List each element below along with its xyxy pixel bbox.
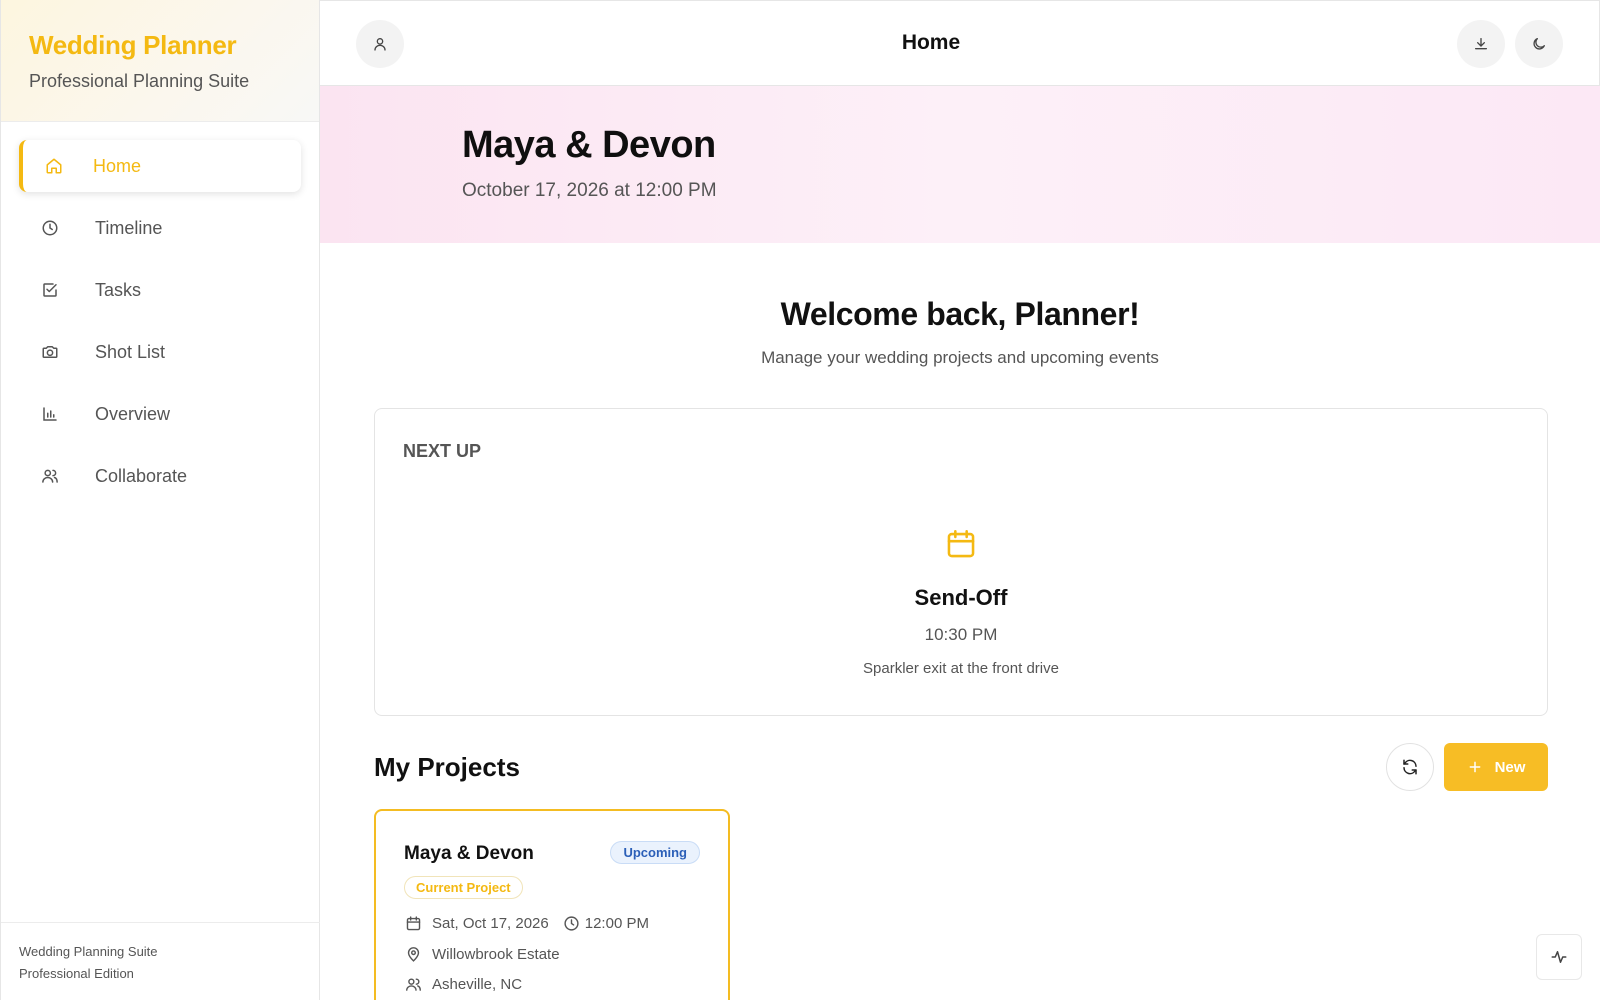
sidebar-item-collaborate[interactable]: Collaborate: [19, 450, 301, 502]
couple-hero-banner: Maya & Devon October 17, 2026 at 12:00 P…: [320, 86, 1600, 243]
sidebar-item-label: Timeline: [95, 217, 163, 238]
theme-toggle-button[interactable]: [1515, 20, 1563, 68]
footer-line-2: Professional Edition: [19, 966, 134, 981]
next-up-description: Sparkler exit at the front drive: [863, 660, 1059, 677]
project-name: Maya & Devon: [404, 843, 534, 864]
brand-subtitle: Professional Planning Suite: [29, 71, 250, 91]
users-icon: [404, 975, 422, 993]
current-project-tag: Current Project: [404, 876, 523, 899]
project-date-row: Sat, Oct 17, 2026 12:00 PM: [404, 914, 649, 932]
brand-title: Wedding Planner: [29, 30, 237, 60]
page-title: Home: [901, 31, 961, 54]
refresh-button[interactable]: [1386, 743, 1434, 791]
next-up-title: Send-Off: [914, 585, 1008, 610]
sidebar-item-timeline[interactable]: Timeline: [19, 202, 301, 254]
home-icon: [43, 155, 65, 177]
users-icon: [39, 465, 61, 487]
footer-line-1: Wedding Planning Suite: [19, 944, 158, 959]
map-pin-icon: [404, 945, 422, 963]
bar-chart-icon: [39, 403, 61, 425]
clock-icon: [563, 914, 581, 932]
activity-icon: [1550, 948, 1568, 966]
top-bar: Home: [320, 0, 1600, 86]
project-time-group: 12:00 PM: [563, 914, 649, 932]
new-project-button[interactable]: New: [1444, 743, 1548, 791]
clock-icon: [39, 217, 61, 239]
couple-name: Maya & Devon: [462, 124, 716, 166]
sidebar-item-home[interactable]: Home: [19, 140, 301, 192]
welcome-subtitle: Manage your wedding projects and upcomin…: [761, 348, 1159, 367]
project-venue: Willowbrook Estate: [432, 945, 560, 963]
sidebar-item-label: Home: [93, 155, 142, 176]
sidebar-item-label: Tasks: [95, 279, 142, 300]
sidebar-item-label: Overview: [95, 403, 171, 424]
project-venue-row: Willowbrook Estate: [404, 945, 560, 963]
sidebar-item-shot-list[interactable]: Shot List: [19, 326, 301, 378]
next-up-label: NEXT UP: [403, 441, 482, 461]
brand-header: Wedding Planner Professional Planning Su…: [1, 0, 319, 122]
sidebar: Wedding Planner Professional Planning Su…: [0, 0, 320, 1000]
sidebar-item-tasks[interactable]: Tasks: [19, 264, 301, 316]
sidebar-item-label: Shot List: [95, 341, 166, 362]
project-card[interactable]: Maya & Devon Upcoming Current Project Sa…: [374, 809, 730, 1000]
sidebar-item-label: Collaborate: [95, 465, 188, 486]
plus-icon: [1467, 759, 1483, 775]
calendar-icon: [404, 914, 422, 932]
moon-icon: [1531, 36, 1547, 52]
new-project-label: New: [1494, 758, 1526, 776]
camera-icon: [39, 341, 61, 363]
next-up-icon-wrapper: [375, 527, 1547, 561]
sidebar-item-overview[interactable]: Overview: [19, 388, 301, 440]
sidebar-footer: Wedding Planning Suite Professional Edit…: [1, 922, 320, 1000]
project-time: 12:00 PM: [584, 914, 649, 932]
activity-button[interactable]: [1536, 934, 1582, 980]
next-up-card: NEXT UP Send-Off 10:30 PM Sparkler exit …: [374, 408, 1548, 716]
download-icon: [1473, 36, 1489, 52]
calendar-icon: [944, 527, 978, 561]
status-badge: Upcoming: [610, 841, 700, 864]
checkbox-icon: [39, 279, 61, 301]
project-location-row: Asheville, NC: [404, 975, 522, 993]
projects-heading: My Projects: [374, 752, 520, 782]
project-location: Asheville, NC: [432, 975, 523, 993]
welcome-heading: Welcome back, Planner!: [780, 296, 1140, 332]
project-date: Sat, Oct 17, 2026: [432, 914, 549, 932]
sidebar-nav: Home Timeline Tasks Shot List Overview C…: [1, 122, 319, 502]
event-date: October 17, 2026 at 12:00 PM: [462, 180, 717, 201]
refresh-icon: [1401, 758, 1419, 776]
download-button[interactable]: [1457, 20, 1505, 68]
next-up-time: 10:30 PM: [924, 625, 998, 644]
